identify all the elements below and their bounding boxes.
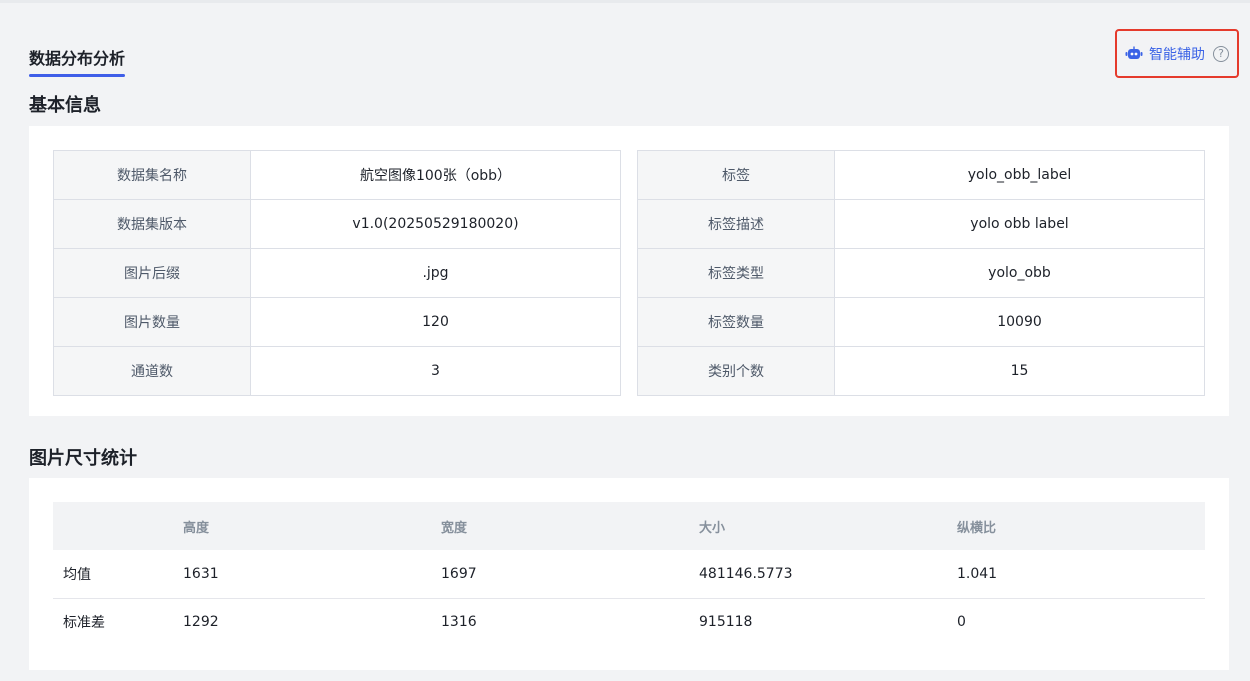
info-row: 图片后缀 .jpg: [53, 248, 621, 298]
basic-info-title: 基本信息: [29, 95, 101, 116]
info-value: yolo obb label: [834, 199, 1205, 249]
info-value: 15: [834, 346, 1205, 396]
info-value: 10090: [834, 297, 1205, 347]
info-row: 标签类型 yolo_obb: [637, 248, 1205, 298]
stats-cell: 915118: [699, 614, 753, 631]
info-row: 数据集版本 v1.0(20250529180020): [53, 199, 621, 249]
dataset-info-table: 数据集名称 航空图像100张（obb） 数据集版本 v1.0(202505291800…: [53, 150, 621, 396]
stats-header-cell: 高度: [173, 502, 431, 550]
info-key: 标签数量: [637, 297, 835, 347]
info-value: yolo_obb_label: [834, 150, 1205, 200]
stats-header-cell: 宽度: [431, 502, 689, 550]
stats-header-cell: [53, 502, 173, 550]
stats-header-cell: 大小: [689, 502, 947, 550]
stats-row-label: 标准差: [63, 615, 105, 632]
info-value: v1.0(20250529180020): [250, 199, 621, 249]
size-stats-title: 图片尺寸统计: [29, 448, 137, 469]
stats-cell: 1697: [431, 550, 689, 599]
info-key: 图片后缀: [53, 248, 251, 298]
info-row: 标签 yolo_obb_label: [637, 150, 1205, 200]
info-key: 通道数: [53, 346, 251, 396]
info-value: 航空图像100张（obb）: [250, 150, 621, 200]
table-row: 标准差 1292 1316 915118 0: [53, 598, 1205, 646]
help-circle-icon[interactable]: ?: [1213, 45, 1229, 62]
label-info-table: 标签 yolo_obb_label 标签描述 yolo obb label 标签类型 yo…: [637, 150, 1205, 396]
stats-cell: 1631: [173, 550, 431, 599]
info-key: 数据集版本: [53, 199, 251, 249]
basic-info-card: 数据集名称 航空图像100张（obb） 数据集版本 v1.0(202505291800…: [29, 126, 1229, 416]
stats-cell: 1.041: [947, 550, 1205, 599]
info-value: 120: [250, 297, 621, 347]
info-key: 类别个数: [637, 346, 835, 396]
tab-active-indicator: [29, 74, 125, 77]
tab-label: 数据分布分析: [29, 49, 126, 68]
info-key: 标签类型: [637, 248, 835, 298]
stats-cell: 0: [957, 614, 966, 631]
stats-header-cell: 纵横比: [947, 502, 1205, 550]
size-stats-table: 高度 宽度 大小 纵横比 均值 1631 1697 481146.5773 1.041 标准差 1…: [53, 502, 1205, 646]
info-row: 类别个数 15: [637, 346, 1205, 396]
stats-row-label: 均值: [53, 550, 173, 599]
info-row: 数据集名称 航空图像100张（obb）: [53, 150, 621, 200]
info-value: 3: [250, 346, 621, 396]
info-value: .jpg: [250, 248, 621, 298]
info-row: 标签描述 yolo obb label: [637, 199, 1205, 249]
info-value: yolo_obb: [834, 248, 1205, 298]
robot-icon: [1125, 46, 1143, 59]
stats-cell: 1292: [183, 614, 219, 631]
top-divider: [0, 0, 1250, 3]
size-stats-card: 高度 宽度 大小 纵横比 均值 1631 1697 481146.5773 1.041 标准差 1…: [29, 478, 1229, 670]
info-key: 标签: [637, 150, 835, 200]
stats-cell: 481146.5773: [689, 550, 947, 599]
info-key: 图片数量: [53, 297, 251, 347]
info-row: 图片数量 120: [53, 297, 621, 347]
tab-data-distribution[interactable]: 数据分布分析: [29, 45, 126, 77]
info-row: 标签数量 10090: [637, 297, 1205, 347]
info-row: 通道数 3: [53, 346, 621, 396]
stats-cell: 1316: [441, 614, 477, 631]
table-row: 均值 1631 1697 481146.5773 1.041: [53, 550, 1205, 599]
info-key: 标签描述: [637, 199, 835, 249]
info-key: 数据集名称: [53, 150, 251, 200]
smart-assist-label: 智能辅助: [1149, 46, 1205, 63]
smart-assist-button[interactable]: 智能辅助 ?: [1115, 29, 1239, 78]
